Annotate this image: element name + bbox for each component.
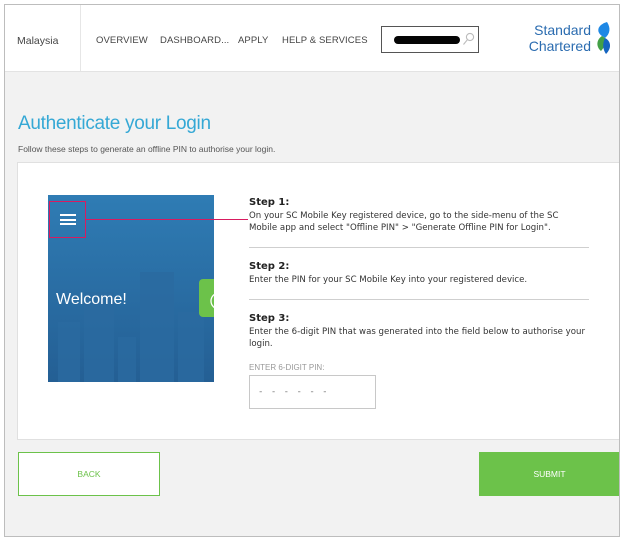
- lock-tab: [199, 279, 214, 317]
- lock-icon: [210, 293, 214, 309]
- page-title: Authenticate your Login: [18, 113, 211, 134]
- page-subtitle: Follow these steps to generate an offlin…: [18, 144, 276, 154]
- pin-label: ENTER 6-DIGIT PIN:: [249, 363, 325, 372]
- redacted-text: [394, 36, 460, 44]
- step-divider: [249, 299, 589, 300]
- step-2-text: Enter the PIN for your SC Mobile Key int…: [249, 275, 528, 285]
- pin-input[interactable]: [249, 375, 376, 409]
- standard-chartered-logo[interactable]: Standard Chartered: [529, 19, 619, 59]
- user-search-icon[interactable]: [462, 32, 475, 47]
- step-1-title: Step 1:: [249, 197, 290, 208]
- logo-text-standard: Standard: [534, 22, 591, 38]
- search-input[interactable]: [381, 26, 479, 53]
- step-3-title: Step 3:: [249, 313, 290, 324]
- nav-apply[interactable]: APPLY: [238, 35, 268, 46]
- step-3-text: Enter the 6-digit PIN that was generated…: [249, 327, 586, 349]
- building-shape: [58, 322, 80, 382]
- nav-help-services[interactable]: HELP & SERVICES: [282, 35, 368, 46]
- step-divider: [249, 247, 589, 248]
- nav-overview[interactable]: OVERVIEW: [96, 35, 148, 46]
- browser-frame: Malaysia OVERVIEW DASHBOARD... APPLY HEL…: [4, 4, 620, 537]
- logo-text-chartered: Chartered: [528, 38, 591, 54]
- back-button[interactable]: BACK: [18, 452, 160, 496]
- country-label: Malaysia: [17, 35, 59, 47]
- welcome-text: Welcome!: [56, 291, 127, 308]
- instructions-card: Welcome! Step 1: On your SC Mobile Key r…: [17, 162, 619, 440]
- menu-highlight: [49, 201, 86, 238]
- step-1-text: On your SC Mobile Key registered device,…: [249, 211, 559, 233]
- main-content: Authenticate your Login Follow these ste…: [5, 72, 619, 536]
- building-shape: [178, 312, 204, 382]
- step-2-title: Step 2:: [249, 261, 290, 272]
- submit-button[interactable]: SUBMIT: [479, 452, 619, 496]
- top-header: Malaysia OVERVIEW DASHBOARD... APPLY HEL…: [5, 5, 619, 72]
- building-shape: [140, 272, 174, 382]
- logo-mark-icon: [597, 22, 611, 54]
- highlight-connector-line: [86, 219, 248, 220]
- hamburger-menu-icon: [60, 214, 76, 225]
- country-selector[interactable]: Malaysia: [5, 5, 81, 71]
- building-shape: [118, 337, 136, 382]
- nav-dashboard[interactable]: DASHBOARD...: [160, 35, 229, 46]
